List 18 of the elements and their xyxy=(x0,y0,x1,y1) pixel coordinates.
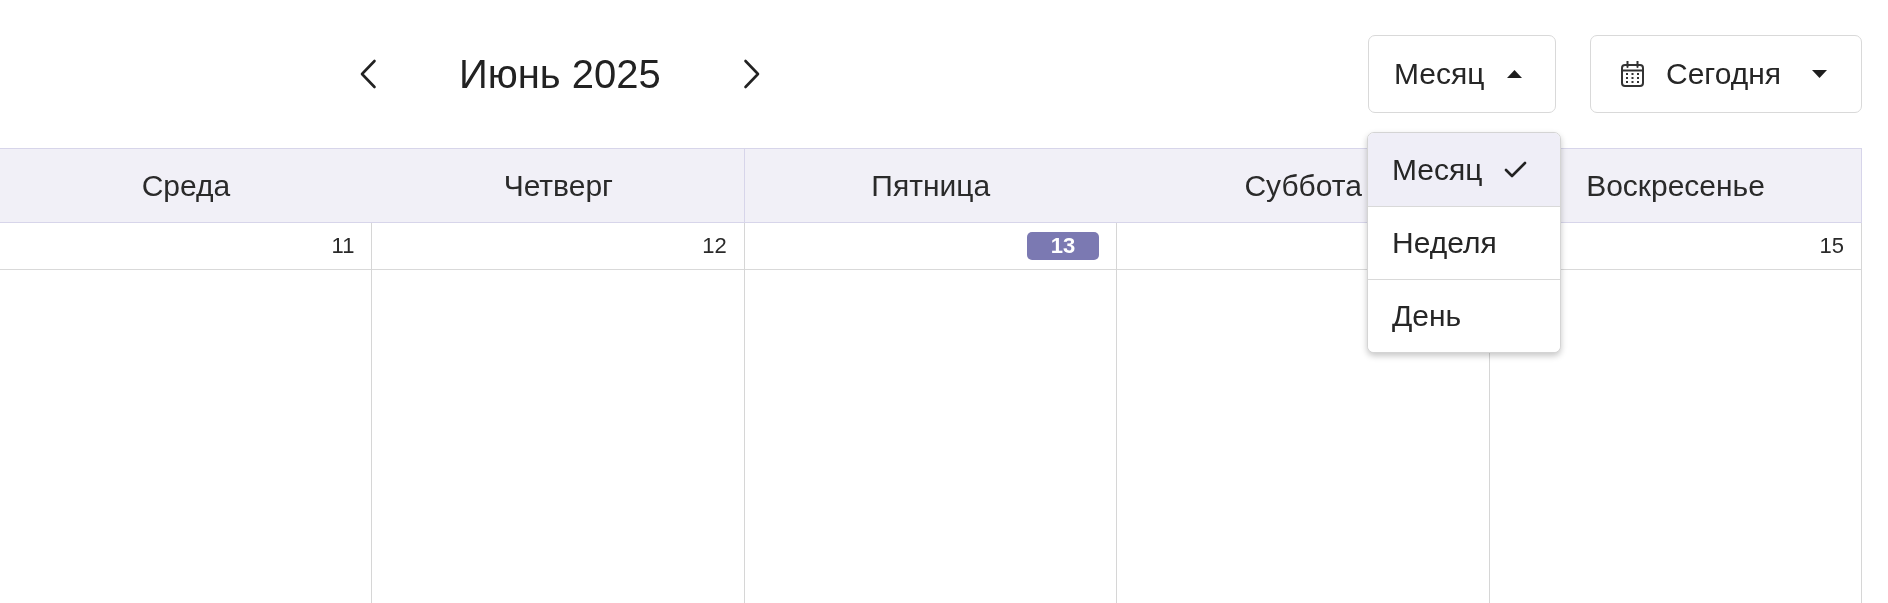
menu-item[interactable]: Месяц xyxy=(1368,133,1560,206)
weekday-header: Четверг xyxy=(372,148,746,223)
day-number: 13 xyxy=(1026,232,1100,260)
chevron-right-icon xyxy=(742,59,761,89)
previous-button[interactable] xyxy=(359,59,377,89)
today-button[interactable]: Сегодня xyxy=(1590,35,1862,113)
month-title: Июнь 2025 xyxy=(459,51,661,98)
view-button[interactable]: Месяц xyxy=(1368,35,1556,113)
caret-icon xyxy=(1507,70,1522,78)
weekday-header: Пятница xyxy=(744,148,1118,223)
menu-item[interactable]: Неделя xyxy=(1368,206,1560,279)
chevron-left-icon xyxy=(359,59,377,89)
check-icon xyxy=(1504,161,1528,178)
menu-item[interactable]: День xyxy=(1368,279,1560,352)
next-button[interactable] xyxy=(742,59,761,89)
weekday-header: Среда xyxy=(0,148,373,223)
calendar-icon xyxy=(1621,61,1644,87)
caret-icon xyxy=(1812,70,1827,78)
